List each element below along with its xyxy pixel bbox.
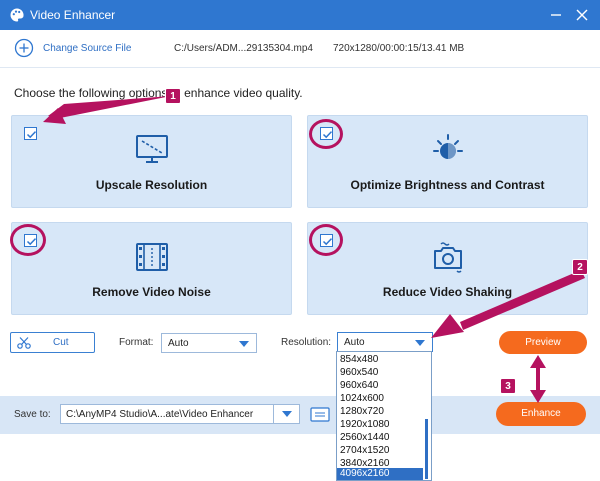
option-label: Upscale Resolution — [95, 178, 208, 192]
source-file-path: C:/Users/ADM...29135304.mp4 — [174, 43, 313, 54]
resolution-option-selected[interactable]: 4096x2160 — [337, 468, 423, 480]
resolution-option[interactable]: 854x480 — [337, 354, 423, 366]
save-path-field[interactable]: C:\AnyMP4 Studio\A...ate\Video Enhancer — [60, 404, 300, 424]
change-source-file-link[interactable]: Change Source File — [43, 43, 131, 54]
folder-icon[interactable] — [310, 406, 330, 422]
source-file-bar: Change Source File C:/Users/ADM...291353… — [0, 30, 600, 68]
option-card-remove-noise[interactable]: Remove Video Noise — [11, 222, 292, 315]
add-circle-icon[interactable] — [14, 38, 34, 58]
enhance-button[interactable]: Enhance — [496, 402, 586, 426]
options-prompt: Choose the following options to enhance … — [14, 86, 303, 100]
brightness-icon — [433, 134, 463, 159]
film-strip-icon — [136, 243, 168, 271]
checkmark-icon — [26, 131, 37, 139]
resolution-option[interactable]: 1920x1080 — [337, 419, 423, 431]
minimize-icon[interactable] — [546, 5, 566, 25]
resolution-option[interactable]: 2560x1440 — [337, 432, 423, 444]
chevron-down-icon — [239, 341, 249, 347]
resolution-label: Resolution: — [281, 337, 332, 348]
resolution-option[interactable]: 960x540 — [337, 367, 423, 379]
save-to-label: Save to: — [14, 409, 51, 420]
option-label: Reduce Video Shaking — [382, 285, 513, 299]
checkmark-icon — [322, 131, 333, 139]
remove-noise-checkbox[interactable] — [24, 234, 37, 247]
window-title: Video Enhancer — [30, 8, 116, 22]
save-path-dropdown[interactable] — [273, 405, 299, 423]
title-bar: Video Enhancer — [0, 0, 600, 30]
step-badge-1: 1 — [165, 88, 181, 104]
reduce-shaking-checkbox[interactable] — [320, 234, 333, 247]
monitor-resolution-icon — [136, 135, 168, 163]
resolution-value: Auto — [344, 337, 365, 348]
resolution-option[interactable]: 1024x600 — [337, 393, 423, 405]
camera-stabilize-icon — [434, 242, 462, 273]
scissors-icon — [17, 337, 31, 349]
option-card-upscale-resolution[interactable]: Upscale Resolution — [11, 115, 292, 208]
step-badge-3: 3 — [500, 378, 516, 394]
save-path-value: C:\AnyMP4 Studio\A...ate\Video Enhancer — [66, 409, 254, 420]
video-enhancer-window: Video Enhancer Change Source File C:/Use… — [0, 0, 600, 481]
chevron-down-icon — [282, 411, 292, 417]
resolution-select[interactable]: Auto — [337, 332, 433, 352]
step-badge-2: 2 — [572, 259, 588, 275]
close-icon[interactable] — [572, 5, 592, 25]
source-file-info: 720x1280/00:00:15/13.41 MB — [333, 43, 465, 54]
checkmark-icon — [26, 238, 37, 246]
dropdown-scrollbar[interactable] — [425, 419, 428, 479]
resolution-option[interactable]: 1280x720 — [337, 406, 423, 418]
option-label: Optimize Brightness and Contrast — [350, 178, 545, 192]
option-card-optimize-brightness[interactable]: Optimize Brightness and Contrast — [307, 115, 588, 208]
format-select[interactable]: Auto — [161, 333, 257, 353]
option-card-reduce-shaking[interactable]: Reduce Video Shaking — [307, 222, 588, 315]
resolution-dropdown-list: 854x480 960x540 960x640 1024x600 1280x72… — [336, 351, 432, 481]
chevron-down-icon — [415, 340, 425, 346]
cut-label: Cut — [53, 337, 69, 348]
resolution-option[interactable]: 960x640 — [337, 380, 423, 392]
optimize-brightness-checkbox[interactable] — [320, 127, 333, 140]
preview-button[interactable]: Preview — [499, 331, 587, 354]
checkmark-icon — [322, 238, 333, 246]
format-value: Auto — [168, 338, 189, 349]
upscale-resolution-checkbox[interactable] — [24, 127, 37, 140]
option-label: Remove Video Noise — [92, 285, 211, 299]
resolution-option[interactable]: 2704x1520 — [337, 445, 423, 457]
palette-icon — [10, 8, 24, 22]
format-label: Format: — [119, 337, 154, 348]
cut-button[interactable]: Cut — [10, 332, 95, 353]
